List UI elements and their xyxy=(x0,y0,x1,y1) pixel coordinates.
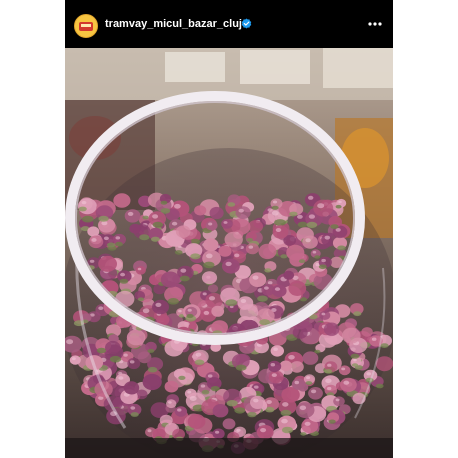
tram-logo-icon xyxy=(79,22,93,31)
avatar[interactable] xyxy=(74,14,98,38)
more-horizontal-icon[interactable] xyxy=(365,14,385,34)
post-header: tramvay_micul_bazar_cluj xyxy=(65,0,393,48)
post-photo[interactable] xyxy=(65,48,393,458)
verified-badge-icon xyxy=(241,18,252,29)
username-link[interactable]: tramvay_micul_bazar_cluj xyxy=(105,17,242,31)
rosebud-jar-image xyxy=(65,48,393,458)
instagram-post: tramvay_micul_bazar_cluj xyxy=(65,0,393,458)
